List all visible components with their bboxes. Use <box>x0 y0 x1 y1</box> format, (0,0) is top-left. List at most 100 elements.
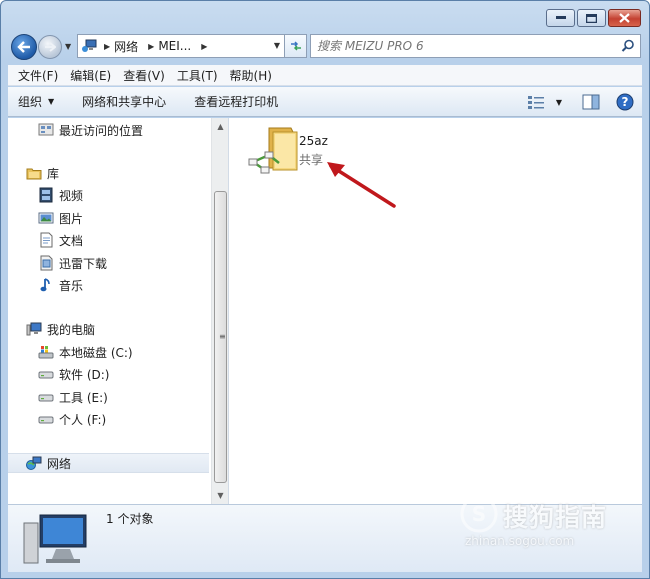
menu-tools[interactable]: 工具(T) <box>171 67 224 84</box>
network-location-icon <box>82 39 97 52</box>
close-icon <box>619 13 630 23</box>
libraries-icon <box>26 168 42 180</box>
computer-details-icon <box>23 514 87 564</box>
breadcrumb-separator[interactable]: ▶ <box>104 42 110 51</box>
command-bar: 组织 ▼ 网络和共享中心 查看远程打印机 ▼ ? <box>8 87 642 117</box>
nav-item-label: 软件 (D:) <box>59 367 110 382</box>
minimize-button[interactable] <box>546 9 575 27</box>
watermark-text: 搜狗指南 <box>503 503 608 532</box>
menu-view[interactable]: 查看(V) <box>117 67 171 84</box>
back-button[interactable] <box>11 34 37 60</box>
nav-item-label: 库 <box>47 166 60 181</box>
forward-button[interactable] <box>38 35 62 59</box>
nav-item-label: 视频 <box>59 188 84 203</box>
preview-pane-icon[interactable] <box>582 94 600 110</box>
nav-item-documents[interactable]: 文档 <box>38 230 83 250</box>
svg-text:S: S <box>472 502 486 526</box>
nav-item-computer[interactable]: 我的电脑 <box>26 319 95 339</box>
annotation-arrow-icon <box>327 162 396 208</box>
pictures-library-icon <box>38 212 54 224</box>
scrollbar-thumb[interactable]: ≡ <box>214 191 227 483</box>
change-view-icon[interactable] <box>527 95 546 109</box>
nav-item-label: 本地磁盘 (C:) <box>59 345 133 360</box>
nav-item-pictures[interactable]: 图片 <box>38 208 83 228</box>
breadcrumb-separator[interactable]: ▶ <box>201 42 207 51</box>
nav-item-libraries[interactable]: 库 <box>26 163 59 183</box>
maximize-icon <box>586 13 597 23</box>
nav-item-recent-places[interactable]: 最近访问的位置 <box>38 120 143 140</box>
content-pane: 25az 共享 <box>229 118 642 504</box>
nav-item-drive-e[interactable]: 工具 (E:) <box>38 387 108 407</box>
view-remote-printers-label: 查看远程打印机 <box>194 95 279 109</box>
recent-pages-dropdown[interactable]: ▼ <box>65 42 71 51</box>
scrollbar-grip-icon: ≡ <box>219 332 226 341</box>
drive-icon <box>38 371 54 379</box>
navigation-pane: 最近访问的位置 库 视频 图片 文档 迅雷下载 音乐 我的电脑 本地磁盘 (C:… <box>8 118 229 504</box>
search-box[interactable] <box>310 34 641 58</box>
menu-help[interactable]: 帮助(H) <box>224 67 278 84</box>
help-icon[interactable]: ? <box>616 93 634 111</box>
shared-folder-name[interactable]: 25az <box>299 134 328 148</box>
caption-buttons <box>546 9 641 27</box>
scroll-up-button[interactable]: ▲ <box>212 118 229 135</box>
scroll-down-button[interactable]: ▼ <box>212 487 229 504</box>
navigation-scrollbar[interactable]: ▲ ≡ ▼ <box>211 118 228 504</box>
back-arrow-icon <box>17 41 30 53</box>
organize-button[interactable]: 组织 ▼ <box>18 93 54 110</box>
menu-edit[interactable]: 编辑(E) <box>64 67 117 84</box>
more-views-dropdown-icon[interactable]: ▼ <box>556 98 562 107</box>
nav-item-drive-c[interactable]: 本地磁盘 (C:) <box>38 342 133 362</box>
nav-item-label: 最近访问的位置 <box>59 123 144 138</box>
nav-item-videos[interactable]: 视频 <box>38 185 83 205</box>
nav-item-label: 迅雷下载 <box>59 256 108 271</box>
search-icon[interactable] <box>621 39 635 53</box>
breadcrumb-network[interactable]: 网络 <box>114 38 138 55</box>
drive-icon <box>38 394 54 402</box>
forward-arrow-icon <box>45 42 56 52</box>
computer-icon <box>26 322 42 336</box>
search-input[interactable] <box>317 39 607 53</box>
organize-label: 组织 <box>18 95 43 109</box>
nav-item-drive-f[interactable]: 个人 (F:) <box>38 409 106 429</box>
navigation-row: ▼ ▶ 网络 ▶ MEI... ▶ ▼ <box>11 34 641 60</box>
breadcrumb-separator[interactable]: ▶ <box>148 42 154 51</box>
nav-item-label: 网络 <box>47 456 72 471</box>
minimize-icon <box>555 16 566 19</box>
view-controls: ▼ ? <box>527 93 634 111</box>
item-count: 1 个对象 <box>106 512 154 526</box>
music-library-icon <box>40 278 50 292</box>
watermark-url: zhinan.sogou.com <box>465 534 575 548</box>
maximize-button[interactable] <box>577 9 606 27</box>
nav-item-downloads[interactable]: 迅雷下载 <box>38 253 107 273</box>
network-sharing-center-label: 网络和共享中心 <box>82 95 167 109</box>
close-button[interactable] <box>608 9 641 27</box>
video-library-icon <box>39 187 53 203</box>
address-bar[interactable]: ▶ 网络 ▶ MEI... ▶ ▼ <box>77 34 285 58</box>
refresh-button[interactable] <box>285 34 307 58</box>
chevron-down-icon: ▼ <box>48 97 55 106</box>
nav-item-music[interactable]: 音乐 <box>38 275 83 295</box>
address-dropdown-icon[interactable]: ▼ <box>274 41 280 50</box>
documents-library-icon <box>40 232 53 248</box>
view-remote-printers-button[interactable]: 查看远程打印机 <box>194 93 278 110</box>
drive-icon <box>38 416 54 424</box>
nav-item-label: 我的电脑 <box>47 322 96 337</box>
refresh-icon <box>290 41 301 51</box>
network-sharing-center-button[interactable]: 网络和共享中心 <box>82 93 166 110</box>
nav-item-label: 个人 (F:) <box>59 412 107 427</box>
nav-item-label: 工具 (E:) <box>59 390 108 405</box>
nav-item-label: 文档 <box>59 233 84 248</box>
menu-file[interactable]: 文件(F) <box>12 67 64 84</box>
nav-item-network[interactable]: 网络 <box>8 453 209 473</box>
svg-text:?: ? <box>622 95 629 109</box>
nav-item-drive-d[interactable]: 软件 (D:) <box>38 364 109 384</box>
network-icon <box>26 456 42 470</box>
nav-item-label: 图片 <box>59 211 84 226</box>
breadcrumb-device[interactable]: MEI... <box>158 39 191 53</box>
sogou-watermark: S 搜狗指南 zhinan.sogou.com <box>459 494 629 558</box>
system-drive-icon <box>38 346 54 359</box>
nav-item-label: 音乐 <box>59 278 84 293</box>
recent-places-icon <box>38 123 54 136</box>
menu-bar: 文件(F) 编辑(E) 查看(V) 工具(T) 帮助(H) <box>8 65 642 86</box>
downloads-library-icon <box>40 255 53 271</box>
